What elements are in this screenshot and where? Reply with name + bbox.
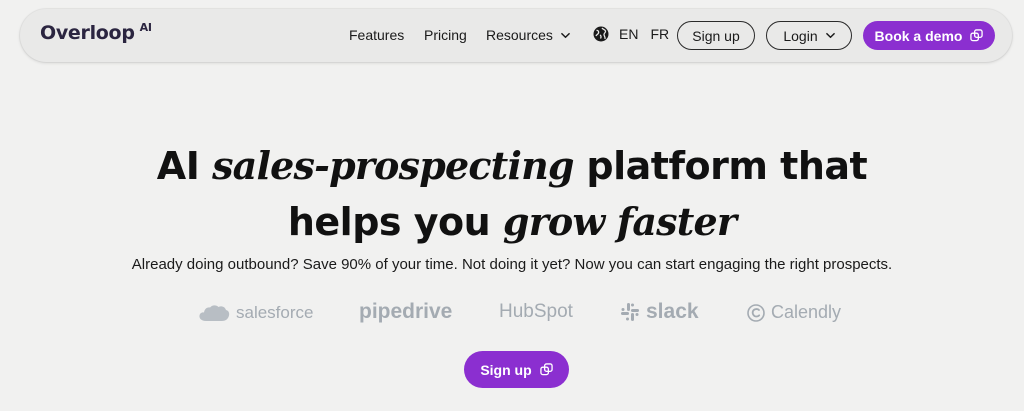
logo-ai-badge: AI <box>139 21 152 34</box>
hubspot-logo: HubSpot <box>499 301 573 323</box>
hero-signup-label: Sign up <box>480 361 532 378</box>
headline-part: helps you <box>287 200 503 244</box>
headline-part: platform that <box>573 144 868 188</box>
slack-logo: slack <box>620 300 699 324</box>
headline-emphasis: sales-prospecting <box>212 143 574 188</box>
language-switcher: EN FR <box>593 26 669 42</box>
nav-features-link[interactable]: Features <box>349 27 404 43</box>
top-nav-bar: Overloop AI Features Pricing Resources E… <box>20 9 1012 62</box>
headline-part: AI <box>156 144 213 188</box>
book-demo-button[interactable]: Book a demo <box>863 21 995 50</box>
salesforce-wordmark: salesforce <box>236 303 314 322</box>
integration-logos: salesforce pipedrive HubSpot slack Calen… <box>0 300 1024 329</box>
nav-login-label: Login <box>783 27 818 44</box>
nav-login-dropdown[interactable]: Login <box>766 21 852 50</box>
hero-signup-button[interactable]: Sign up <box>464 351 569 388</box>
nav-signup-button[interactable]: Sign up <box>677 21 755 50</box>
slack-wordmark: slack <box>646 300 699 323</box>
salesforce-logo: salesforce <box>198 303 313 323</box>
lang-fr-option[interactable]: FR <box>650 26 669 42</box>
external-link-icon <box>539 363 553 376</box>
logo-wordmark: Overloop <box>40 22 135 44</box>
headline-emphasis: grow faster <box>502 199 737 244</box>
lang-en-option[interactable]: EN <box>619 26 638 42</box>
hero-headline: AI sales-prospecting platform that helps… <box>0 138 1024 250</box>
overloop-logo[interactable]: Overloop AI <box>40 21 152 44</box>
nav-resources-label: Resources <box>486 27 553 43</box>
chevron-down-icon <box>561 32 570 38</box>
calendly-wordmark: Calendly <box>771 302 842 322</box>
slack-icon <box>621 303 639 321</box>
calendly-icon <box>747 303 765 322</box>
nav-signup-label: Sign up <box>692 27 740 44</box>
cloud-icon <box>199 305 230 321</box>
pipedrive-wordmark: pipedrive <box>359 300 453 323</box>
book-demo-label: Book a demo <box>874 27 963 44</box>
external-link-icon <box>970 29 984 42</box>
hubspot-wordmark: HubSpot <box>499 301 573 322</box>
chevron-down-icon <box>825 32 835 39</box>
nav-pricing-link[interactable]: Pricing <box>424 27 467 43</box>
pipedrive-logo: pipedrive <box>359 300 452 324</box>
nav-resources-dropdown[interactable]: Resources <box>486 27 570 43</box>
calendly-logo: Calendly <box>747 302 841 323</box>
globe-icon <box>593 26 609 42</box>
hero-subtitle: Already doing outbound? Save 90% of your… <box>131 256 893 273</box>
